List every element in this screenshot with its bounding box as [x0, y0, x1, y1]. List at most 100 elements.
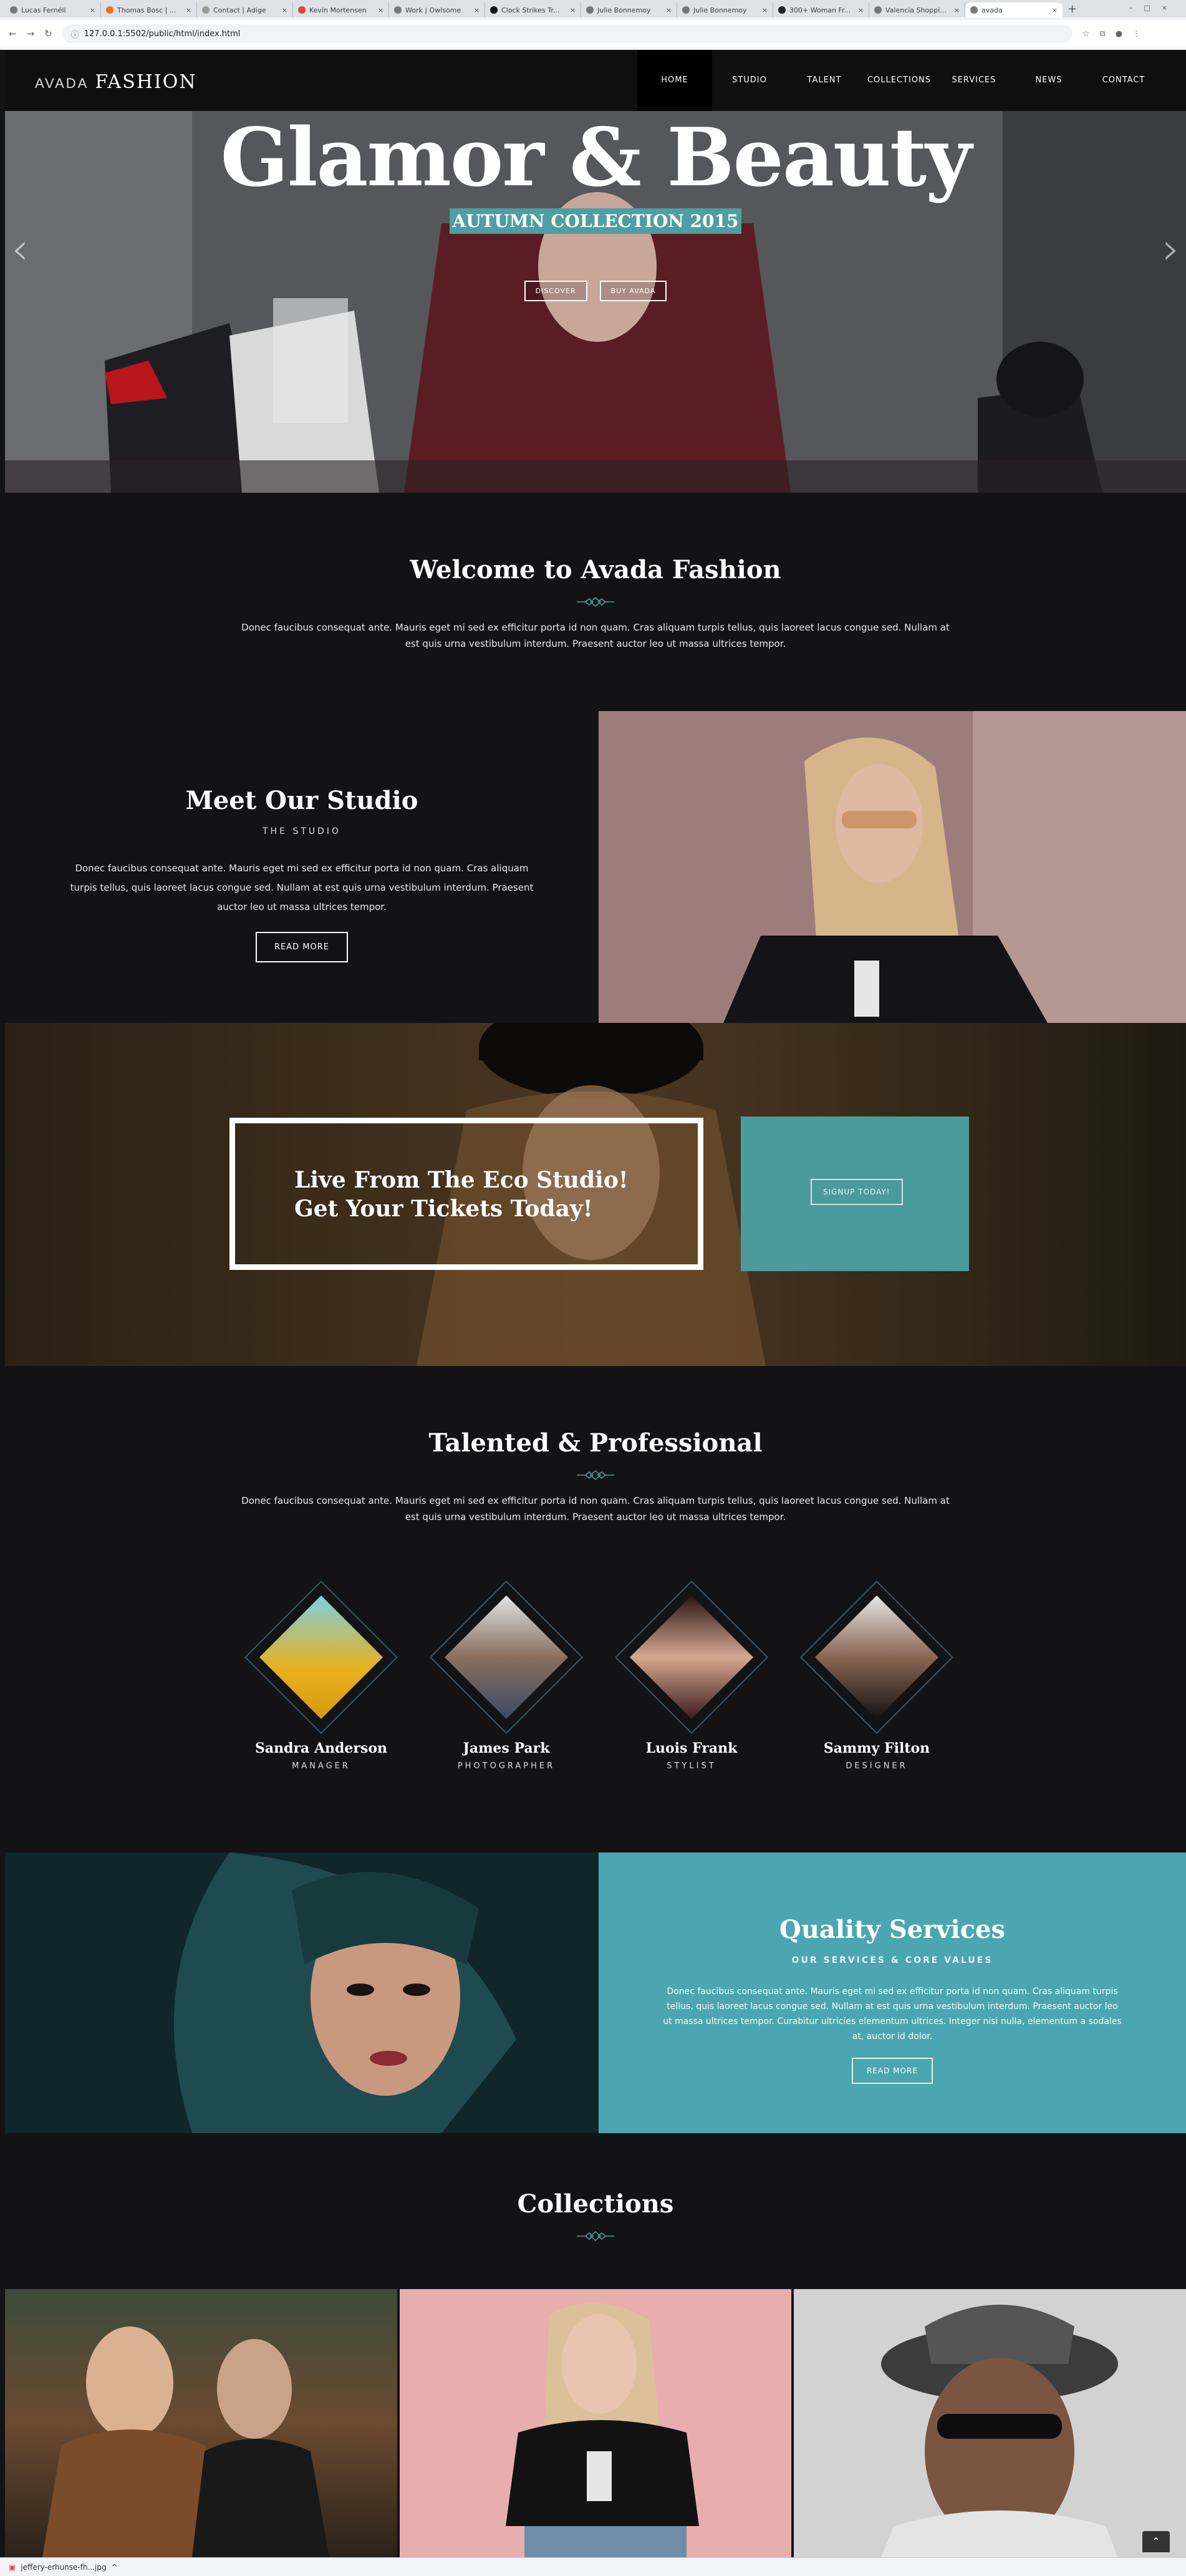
close-icon[interactable]: ×	[282, 6, 287, 14]
extensions-icon[interactable]: ⧉	[1099, 29, 1105, 39]
chevron-up-icon[interactable]: ^	[112, 2563, 118, 2572]
buy-avada-button[interactable]: BUY AVADA	[599, 281, 667, 301]
browser-tab[interactable]: 300+ Woman Fr... ×	[773, 2, 869, 17]
arrow-up-icon[interactable]: ⌃	[1142, 2531, 1170, 2552]
bookmark-star-icon[interactable]: ☆	[1082, 29, 1090, 39]
eco-signup-panel: SIGNUP TODAY!	[741, 1116, 969, 1271]
forward-icon[interactable]: →	[27, 28, 35, 39]
browser-chrome: Lucas Fernéll × Thomas Bosc | ... × Contac…	[0, 0, 1186, 50]
browser-tab[interactable]: Work | Owlsome ×	[389, 2, 485, 17]
collection-item[interactable]	[5, 2289, 397, 2557]
browser-tab[interactable]: Julie Bonnemoy ×	[677, 2, 773, 17]
browser-tab[interactable]: Valencia Shoppi... ×	[869, 2, 965, 17]
browser-tab[interactable]: Thomas Bosc | ... ×	[101, 2, 197, 17]
menu-item-talent[interactable]: TALENT	[787, 50, 862, 111]
talent-section: Talented & Professional Donec faucibus c…	[5, 1366, 1186, 1852]
close-icon[interactable]: ×	[378, 6, 383, 14]
team-member[interactable]: Sammy Filton DESIGNER	[799, 1579, 955, 1771]
quality-text-panel: Quality Services OUR SERVICES & CORE VAL…	[599, 1852, 1186, 2133]
discover-button[interactable]: DISCOVER	[524, 281, 587, 301]
welcome-text: Donec faucibus consequat ante. Mauris eg…	[241, 622, 950, 649]
download-filename[interactable]: jeffery-erhunse-fh...jpg	[21, 2563, 106, 2572]
close-icon[interactable]: ×	[90, 6, 95, 14]
tab-label: Work | Owlsome	[405, 6, 461, 14]
close-icon[interactable]: ×	[666, 6, 672, 14]
quality-image	[5, 1852, 599, 2133]
studio-read-more-button[interactable]: READ MORE	[256, 932, 348, 962]
address-bar-row: ← → ↻ ⓘ 127.0.0.1:5502/public/html/index…	[0, 20, 1186, 47]
browser-tab[interactable]: Julie Bonnemoy ×	[581, 2, 677, 17]
tab-label: 300+ Woman Fr...	[789, 6, 851, 14]
collection-item[interactable]	[794, 2289, 1186, 2557]
url-text[interactable]: 127.0.0.1:5502/public/html/index.html	[84, 29, 241, 39]
hero-buttons: DISCOVER BUY AVADA	[5, 281, 1186, 301]
site-header: AVADA FASHION HOME STUDIO TALENT COLLECTI…	[5, 50, 1186, 111]
menu-item-contact[interactable]: CONTACT	[1086, 50, 1161, 111]
info-icon[interactable]: ⓘ	[71, 28, 79, 40]
file-icon: ▣	[9, 2562, 16, 2572]
main-menu: HOME STUDIO TALENT COLLECTIONS SERVICES …	[637, 50, 1161, 111]
quality-photo	[5, 1852, 599, 2133]
close-icon[interactable]: ×	[570, 6, 576, 14]
member-role: DESIGNER	[846, 1761, 908, 1771]
menu-icon[interactable]: ⋮	[1132, 29, 1140, 39]
welcome-title: Welcome to Avada Fashion	[410, 555, 781, 584]
eco-studio-section: Live From The Eco Studio! Get Your Ticke…	[5, 1023, 1186, 1366]
member-photo	[243, 1579, 399, 1735]
quality-read-more-button[interactable]: READ MORE	[852, 2058, 933, 2084]
quality-text: Donec faucibus consequat ante. Mauris eg…	[663, 1987, 1122, 2041]
favicon-icon	[874, 6, 882, 14]
address-bar[interactable]: ⓘ 127.0.0.1:5502/public/html/index.html	[62, 24, 1073, 43]
favicon-icon	[394, 6, 402, 14]
diamond-ornament-icon	[5, 596, 1186, 608]
favicon-icon	[202, 6, 210, 14]
menu-item-collections[interactable]: COLLECTIONS	[862, 50, 937, 111]
menu-item-studio[interactable]: STUDIO	[712, 50, 787, 111]
team-members: Sandra Anderson MANAGER James Park PHOTO…	[5, 1579, 1186, 1791]
logo-prefix: AVADA	[35, 75, 89, 91]
close-icon[interactable]: ×	[762, 6, 768, 14]
hero-subtitle: AUTUMN COLLECTION 2015	[5, 208, 1186, 234]
close-icon[interactable]: ×	[954, 6, 960, 14]
window-controls[interactable]: –□×	[1129, 4, 1179, 12]
close-icon[interactable]: ×	[858, 6, 864, 14]
close-icon[interactable]: ×	[1052, 6, 1058, 14]
close-icon[interactable]: ×	[186, 6, 191, 14]
new-tab-icon[interactable]: +	[1068, 2, 1077, 16]
back-icon[interactable]: ←	[9, 28, 17, 39]
browser-tab[interactable]: Clock Strikes Tr... ×	[485, 2, 581, 17]
team-member[interactable]: James Park PHOTOGRAPHER	[428, 1579, 584, 1771]
studio-image	[599, 711, 1186, 1023]
hero-subtitle-text: AUTUMN COLLECTION 2015	[450, 208, 741, 234]
member-name: Sammy Filton	[823, 1740, 930, 1756]
close-icon[interactable]: ×	[474, 6, 480, 14]
tab-label: Valencia Shoppi...	[885, 6, 947, 14]
talent-title: Talented & Professional	[428, 1428, 763, 1458]
welcome-section: Welcome to Avada Fashion Donec faucibus …	[5, 493, 1186, 711]
favicon-icon	[106, 6, 113, 14]
tab-label: Julie Bonnemoy	[693, 6, 747, 14]
browser-tab-active[interactable]: avada ×	[965, 2, 1063, 17]
reload-icon[interactable]: ↻	[44, 28, 52, 39]
quality-tag: OUR SERVICES & CORE VALUES	[791, 1955, 993, 1965]
browser-tab[interactable]: Contact | Adige ×	[197, 2, 293, 17]
menu-item-news[interactable]: NEWS	[1011, 50, 1086, 111]
member-role: PHOTOGRAPHER	[457, 1761, 556, 1771]
browser-tab[interactable]: Lucas Fernéll ×	[5, 2, 101, 17]
member-name: Sandra Anderson	[254, 1740, 388, 1756]
signup-today-button[interactable]: SIGNUP TODAY!	[811, 1179, 903, 1205]
favicon-icon	[490, 6, 498, 14]
favicon-icon	[970, 6, 978, 14]
team-member[interactable]: Luois Frank STYLIST	[614, 1579, 769, 1771]
browser-tab[interactable]: Kevin Mortensen ×	[293, 2, 389, 17]
menu-item-services[interactable]: SERVICES	[937, 50, 1011, 111]
studio-text-panel: Meet Our Studio THE STUDIO Donec faucibu…	[5, 711, 599, 1023]
profile-icon[interactable]: ●	[1116, 29, 1122, 39]
collection-item[interactable]	[399, 2289, 792, 2557]
team-member[interactable]: Sandra Anderson MANAGER	[243, 1579, 399, 1771]
favicon-icon	[682, 6, 690, 14]
favicon-icon	[586, 6, 594, 14]
menu-item-home[interactable]: HOME	[637, 50, 712, 111]
site-logo[interactable]: AVADA FASHION	[35, 71, 197, 93]
member-role: STYLIST	[667, 1761, 716, 1771]
